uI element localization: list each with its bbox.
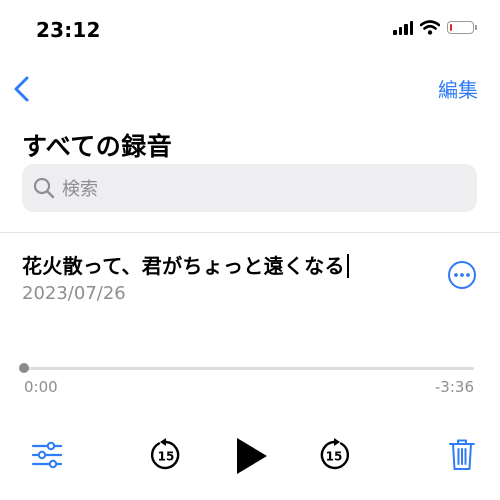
status-icons bbox=[393, 20, 477, 35]
battery-icon bbox=[447, 21, 477, 34]
scrubber-thumb[interactable] bbox=[19, 363, 29, 373]
search-icon bbox=[33, 177, 55, 199]
trash-icon[interactable] bbox=[448, 437, 476, 471]
recording-title: 花火散って、君がちょっと遠くなる bbox=[22, 254, 345, 278]
text-cursor bbox=[346, 254, 349, 278]
back-chevron-icon[interactable] bbox=[10, 74, 34, 104]
divider bbox=[0, 232, 500, 233]
sliders-icon[interactable] bbox=[31, 440, 63, 470]
recording-title-field[interactable]: 花火散って、君がちょっと遠くなる bbox=[22, 250, 349, 279]
search-field[interactable]: 検索 bbox=[22, 164, 477, 212]
skip-back-15-icon[interactable]: 15 bbox=[149, 438, 183, 472]
skip-forward-seconds: 15 bbox=[326, 450, 343, 464]
wifi-icon bbox=[420, 20, 440, 35]
elapsed-time: 0:00 bbox=[24, 378, 58, 396]
status-time: 23:12 bbox=[36, 18, 101, 42]
recording-date: 2023/07/26 bbox=[22, 283, 126, 304]
play-icon[interactable] bbox=[233, 436, 269, 476]
cellular-signal-icon bbox=[393, 20, 413, 35]
skip-back-seconds: 15 bbox=[158, 450, 175, 464]
skip-forward-15-icon[interactable]: 15 bbox=[317, 438, 351, 472]
edit-button[interactable]: 編集 bbox=[438, 74, 478, 103]
page-title: すべての録音 bbox=[22, 132, 173, 161]
remaining-time: -3:36 bbox=[434, 378, 474, 396]
search-placeholder: 検索 bbox=[62, 179, 98, 200]
more-options-icon[interactable] bbox=[447, 260, 477, 290]
playback-scrubber[interactable] bbox=[24, 367, 474, 370]
battery-level bbox=[450, 24, 452, 31]
